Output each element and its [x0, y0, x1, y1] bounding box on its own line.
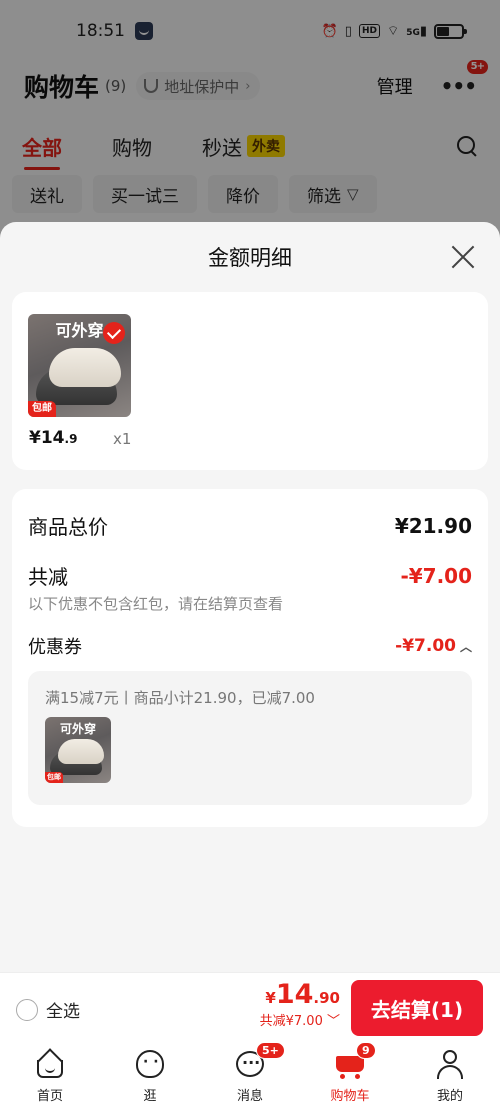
- coupon-amount: -¥7.00: [395, 636, 456, 656]
- reduce-row: 共减 -¥7.00: [28, 561, 472, 590]
- select-all-label: 全选: [46, 1002, 80, 1022]
- nav-label: 消息: [236, 1089, 263, 1104]
- coupon-detail: 满15减7元丨商品小计21.90，已减7.00 可外穿 包邮: [28, 671, 472, 805]
- item-card: 可外穿 包邮 ¥14.9 x1: [12, 292, 488, 470]
- sheet-title: 金额明细: [208, 246, 292, 270]
- item-price: ¥14.9: [29, 428, 77, 448]
- chevron-up-icon: ︿: [459, 640, 472, 654]
- checkout-button[interactable]: 去结算(1): [351, 980, 483, 1036]
- explore-icon: [134, 1048, 166, 1080]
- nav-home[interactable]: 首页: [0, 1042, 100, 1111]
- profile-icon: [434, 1048, 466, 1080]
- nav-explore[interactable]: 逛: [100, 1042, 200, 1111]
- bottom-nav: 首页 逛 5+ 消息 9 购物车 我的: [0, 1042, 500, 1111]
- discount-summary: 共减¥7.00 ﹀: [260, 1010, 340, 1029]
- radio-unchecked-icon[interactable]: [16, 998, 38, 1021]
- price-integer: 14: [275, 979, 314, 1010]
- price-symbol: ¥: [29, 428, 41, 448]
- coupon-value: -¥7.00 ︿: [395, 636, 472, 656]
- chevron-down-icon: ﹀: [326, 1014, 340, 1029]
- coupon-row[interactable]: 优惠券 -¥7.00 ︿: [28, 633, 472, 659]
- nav-label: 我的: [436, 1089, 463, 1104]
- cart-badge: 9: [356, 1042, 376, 1059]
- price-decimal: .90: [313, 989, 340, 1007]
- check-icon: [103, 322, 125, 344]
- slipper-shape: [58, 738, 105, 764]
- thumbnail-text: 可外穿: [59, 722, 96, 736]
- total-value: ¥21.90: [394, 513, 472, 538]
- home-icon: [34, 1048, 66, 1080]
- nav-label: 首页: [36, 1089, 63, 1104]
- free-shipping-tag: 包邮: [28, 401, 56, 417]
- messages-badge: 5+: [256, 1042, 285, 1059]
- free-shipping-tag: 包邮: [45, 772, 63, 783]
- coupon-label: 优惠券: [28, 637, 82, 658]
- reduce-note: 以下优惠不包含红包，请在结算页查看: [28, 595, 284, 613]
- total-label: 商品总价: [28, 515, 108, 539]
- nav-messages[interactable]: 5+ 消息: [200, 1042, 300, 1111]
- reduce-label: 共减: [28, 565, 68, 589]
- nav-cart[interactable]: 9 购物车: [300, 1042, 400, 1111]
- discount-text: 共减¥7.00: [259, 1014, 323, 1029]
- coupon-description: 满15减7元丨商品小计21.90，已减7.00: [45, 689, 315, 707]
- price-summary-card: 商品总价 ¥21.90 共减 -¥7.00 以下优惠不包含红包，请在结算页查看 …: [12, 489, 488, 827]
- price-integer: 14: [40, 428, 65, 448]
- select-all-toggle[interactable]: 全选: [16, 997, 80, 1022]
- nav-label: 购物车: [330, 1089, 370, 1104]
- total-row: 商品总价 ¥21.90: [28, 511, 472, 540]
- product-thumbnail[interactable]: 可外穿 包邮: [28, 314, 131, 417]
- nav-profile[interactable]: 我的: [400, 1042, 500, 1111]
- total-amount: ¥14.90: [260, 979, 340, 1010]
- checkout-bar: 全选 ¥14.90 共减¥7.00 ﹀ 去结算(1): [0, 972, 500, 1042]
- total-price[interactable]: ¥14.90 共减¥7.00 ﹀: [260, 979, 340, 1029]
- amount-detail-sheet: 金额明细 可外穿 包邮 ¥14.9 x1 商品总价 ¥21.90 共减 -¥7.…: [0, 222, 500, 972]
- price-decimal: .9: [64, 432, 78, 446]
- slipper-shape: [48, 347, 121, 388]
- item-quantity: x1: [113, 430, 132, 448]
- price-symbol: ¥: [265, 989, 276, 1007]
- nav-label: 逛: [143, 1089, 157, 1104]
- coupon-product-thumbnail[interactable]: 可外穿 包邮: [45, 717, 111, 783]
- close-icon[interactable]: [450, 244, 476, 270]
- reduce-value: -¥7.00: [400, 563, 472, 588]
